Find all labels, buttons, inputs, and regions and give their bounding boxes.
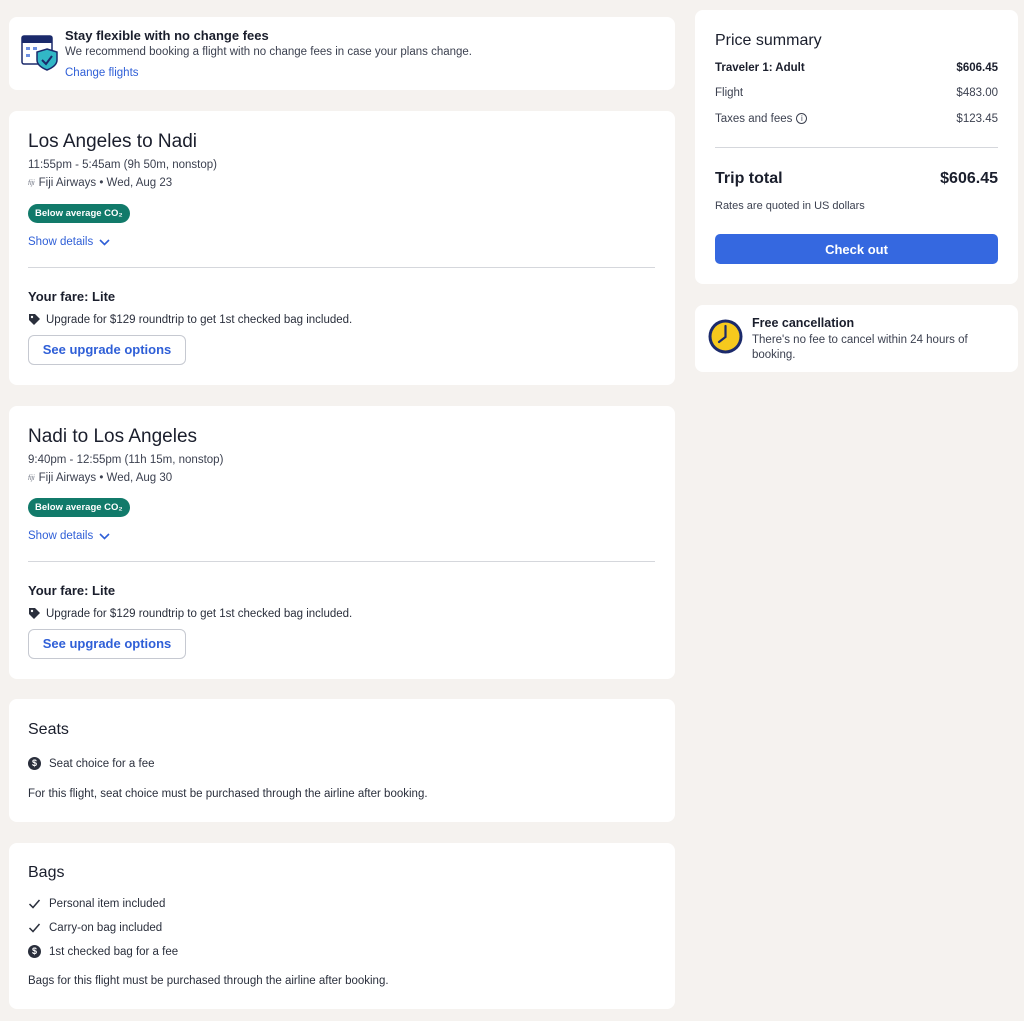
flight-label: Flight xyxy=(715,87,744,99)
dollar-icon: $ xyxy=(28,757,41,770)
dollar-icon: $ xyxy=(28,945,41,958)
airline-info: fiji Fiji Airways • Wed, Aug 30 xyxy=(28,472,172,484)
airline-date: Fiji Airways • Wed, Aug 30 xyxy=(38,472,173,484)
divider xyxy=(715,147,998,148)
fare-type: Your fare: Lite xyxy=(28,583,116,598)
taxes-label-wrap: Taxes and fees i xyxy=(715,113,808,125)
chevron-down-icon[interactable] xyxy=(99,532,110,540)
bags-note: Bags for this flight must be purchased t… xyxy=(28,975,389,987)
bag-item: Carry-on bag included xyxy=(28,921,162,934)
upgrade-info: Upgrade for $129 roundtrip to get 1st ch… xyxy=(28,607,352,620)
see-upgrade-options-button[interactable]: See upgrade options xyxy=(28,335,186,365)
taxes-label: Taxes and fees xyxy=(715,113,793,125)
info-icon[interactable]: i xyxy=(796,113,808,125)
chevron-down-icon[interactable] xyxy=(99,238,110,246)
divider xyxy=(28,561,655,562)
check-icon xyxy=(28,923,41,933)
upgrade-text: Upgrade for $129 roundtrip to get 1st ch… xyxy=(46,313,353,326)
seats-card: Seats $ Seat choice for a fee For this f… xyxy=(9,699,675,822)
clock-icon xyxy=(708,319,743,354)
free-cancellation-description: There's no fee to cancel within 24 hours… xyxy=(752,334,968,361)
trip-total-row: Trip total $606.45 xyxy=(715,170,998,188)
show-details-label[interactable]: Show details xyxy=(28,530,93,542)
show-details-label[interactable]: Show details xyxy=(28,236,93,248)
airline-date: Fiji Airways • Wed, Aug 23 xyxy=(38,177,173,189)
flight-price-row: Flight $483.00 xyxy=(715,87,998,99)
taxes-price: $123.45 xyxy=(956,113,998,125)
flight-route: Los Angeles to Nadi xyxy=(28,131,198,152)
flight-times: 11:55pm - 5:45am (9h 50m, nonstop) xyxy=(28,159,218,171)
fiji-airways-logo-icon: fiji xyxy=(28,474,35,482)
taxes-row: Taxes and fees i $123.45 xyxy=(715,113,998,125)
banner-description: We recommend booking a flight with no ch… xyxy=(65,46,473,58)
bag-item-text: Personal item included xyxy=(49,897,166,910)
outbound-flight-card: Los Angeles to Nadi 11:55pm - 5:45am (9h… xyxy=(9,111,675,385)
fare-type: Your fare: Lite xyxy=(28,289,116,304)
no-change-fees-banner: Stay flexible with no change fees We rec… xyxy=(9,17,675,90)
flight-times: 9:40pm - 12:55pm (11h 15m, nonstop) xyxy=(28,454,224,466)
see-upgrade-options-button[interactable]: See upgrade options xyxy=(28,629,186,659)
divider xyxy=(28,267,655,268)
bag-item-text: Carry-on bag included xyxy=(49,921,163,934)
bag-item: Personal item included xyxy=(28,897,165,910)
bags-title: Bags xyxy=(28,864,65,881)
upgrade-text: Upgrade for $129 roundtrip to get 1st ch… xyxy=(46,607,353,620)
co2-badge: Below average CO₂ xyxy=(28,498,130,517)
free-cancellation-title: Free cancellation xyxy=(752,316,855,330)
check-icon xyxy=(28,899,41,909)
change-flights-link[interactable]: Change flights xyxy=(65,67,139,79)
co2-badge: Below average CO₂ xyxy=(28,204,130,223)
flight-price: $483.00 xyxy=(956,87,998,99)
show-details-toggle[interactable]: Show details xyxy=(28,530,110,542)
calendar-shield-icon xyxy=(21,35,58,71)
traveler-price: $606.45 xyxy=(956,62,998,74)
show-details-toggle[interactable]: Show details xyxy=(28,236,110,248)
tag-icon xyxy=(29,608,40,619)
seats-note: For this flight, seat choice must be pur… xyxy=(28,788,428,800)
trip-total-price: $606.45 xyxy=(940,170,998,187)
traveler-label: Traveler 1: Adult xyxy=(715,62,805,74)
check-out-button[interactable]: Check out xyxy=(715,234,998,264)
flight-route: Nadi to Los Angeles xyxy=(28,426,198,447)
trip-total-label: Trip total xyxy=(715,170,783,187)
seat-choice-text: Seat choice for a fee xyxy=(49,757,155,770)
banner-title: Stay flexible with no change fees xyxy=(65,28,269,43)
bags-card: Bags Personal item included Carry-on bag… xyxy=(9,843,675,1009)
upgrade-info: Upgrade for $129 roundtrip to get 1st ch… xyxy=(28,313,352,326)
rates-note: Rates are quoted in US dollars xyxy=(715,200,865,212)
bag-item-text: 1st checked bag for a fee xyxy=(49,945,179,958)
price-summary-title: Price summary xyxy=(715,32,822,49)
price-summary-card: Price summary Traveler 1: Adult $606.45 … xyxy=(695,10,1018,284)
seat-choice-row: $ Seat choice for a fee xyxy=(28,757,154,770)
traveler-row: Traveler 1: Adult $606.45 xyxy=(715,62,998,74)
return-flight-card: Nadi to Los Angeles 9:40pm - 12:55pm (11… xyxy=(9,406,675,679)
seats-title: Seats xyxy=(28,721,69,738)
free-cancellation-card: Free cancellation There's no fee to canc… xyxy=(695,305,1018,372)
tag-icon xyxy=(29,314,40,325)
airline-info: fiji Fiji Airways • Wed, Aug 23 xyxy=(28,177,172,189)
fiji-airways-logo-icon: fiji xyxy=(28,179,35,187)
bag-item: $ 1st checked bag for a fee xyxy=(28,945,178,958)
